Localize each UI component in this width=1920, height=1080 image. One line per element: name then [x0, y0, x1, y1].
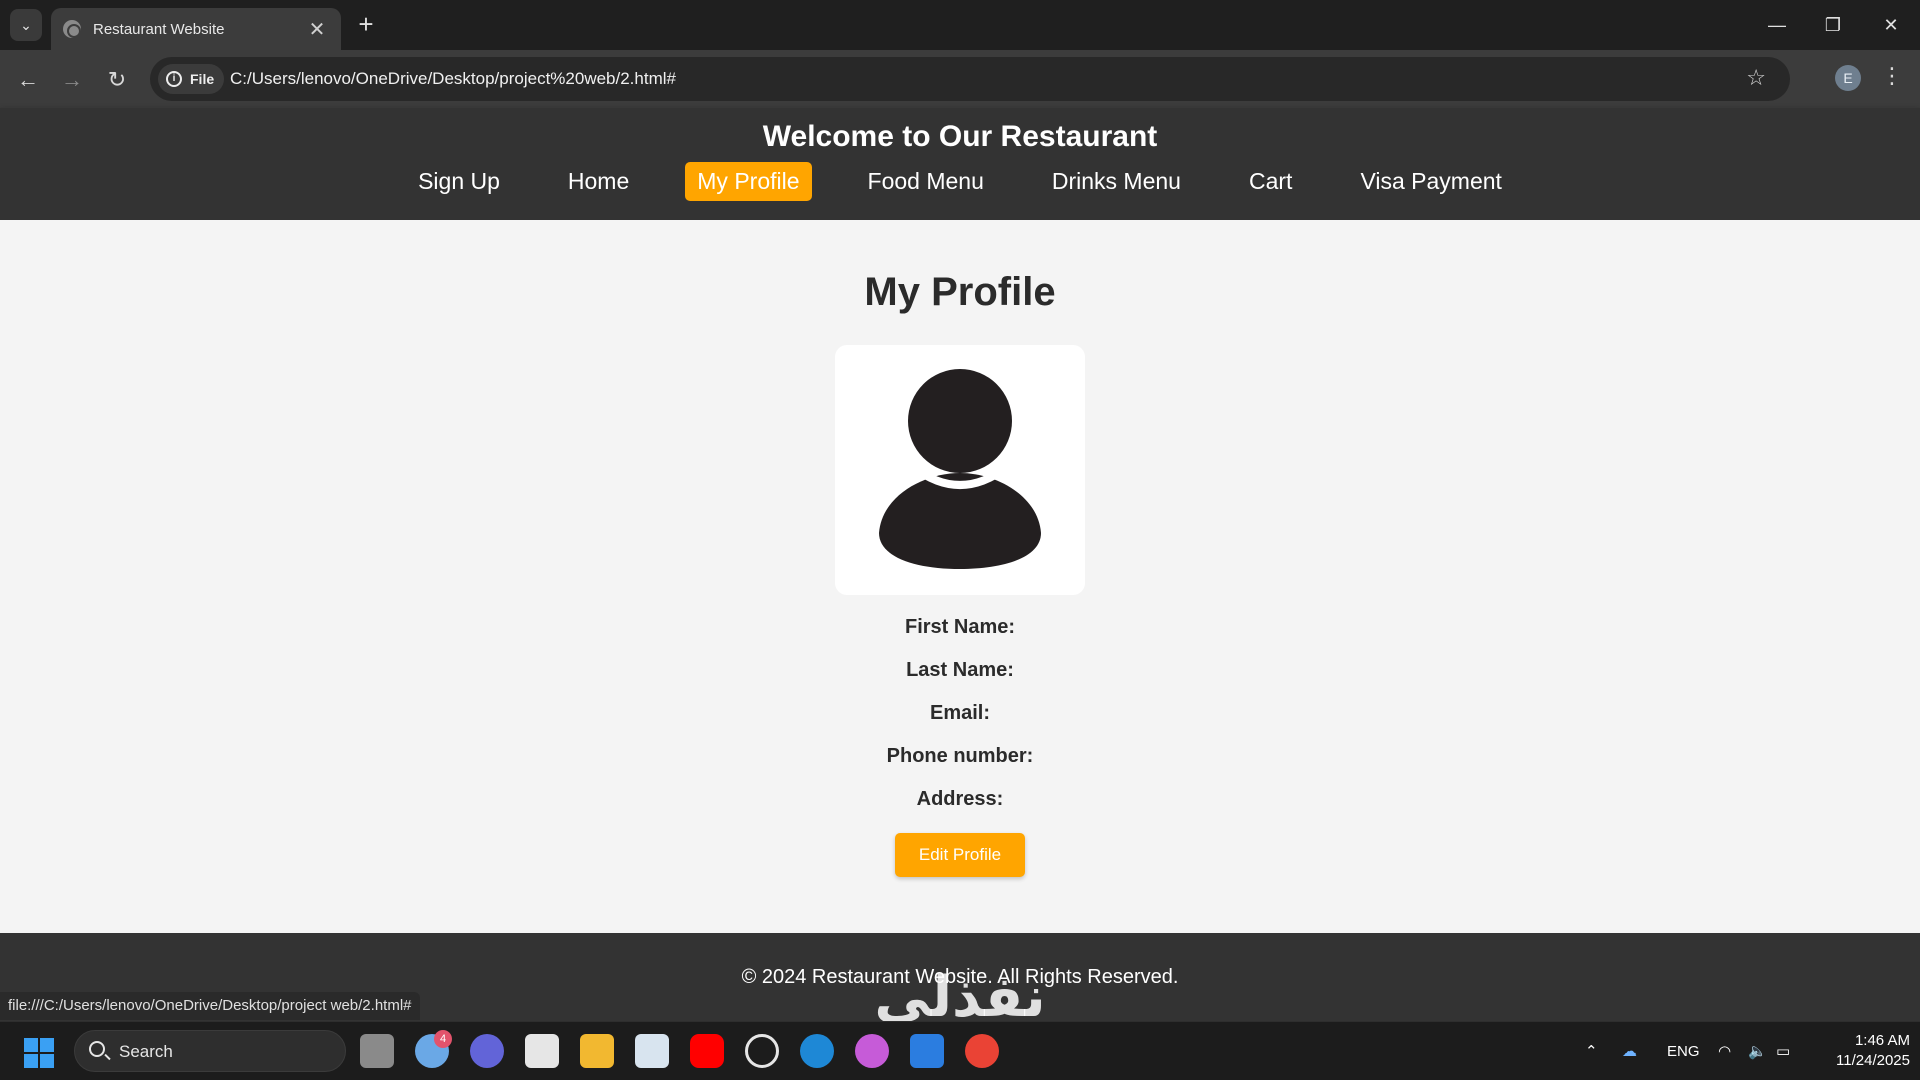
minimize-icon[interactable]: —: [1754, 10, 1800, 40]
back-arrow-icon[interactable]: ←: [12, 64, 44, 96]
chevron-up-icon[interactable]: ⌃: [1585, 1022, 1598, 1080]
vscode-icon[interactable]: [910, 1034, 944, 1068]
chrome-icon[interactable]: [965, 1034, 999, 1068]
site-info-chip[interactable]: i File: [158, 64, 225, 94]
url-text[interactable]: C:/Users/lenovo/OneDrive/Desktop/project…: [230, 69, 676, 89]
language-indicator[interactable]: ENG: [1667, 1022, 1700, 1080]
nav-cart[interactable]: Cart: [1237, 162, 1304, 201]
battery-icon[interactable]: ▭: [1776, 1022, 1790, 1080]
clock-time: 1:46 AM: [1854, 1032, 1910, 1049]
weather-badge: 4: [434, 1030, 452, 1048]
taskbar: Search 4 ⌃ ☁ ENG ◠ 🔈 ▭ 1:46 AM 11/24/202…: [0, 1021, 1920, 1080]
onedrive-icon[interactable]: ☁: [1622, 1022, 1637, 1080]
user-avatar-icon: [879, 369, 1041, 569]
browser-tab[interactable]: Restaurant Website ✕: [51, 8, 341, 50]
address-label: Address:: [916, 788, 1004, 810]
avatar-card: [835, 345, 1085, 595]
system-clock[interactable]: 1:46 AM 11/24/2025: [1810, 1031, 1910, 1071]
store-icon[interactable]: [525, 1034, 559, 1068]
edit-profile-button[interactable]: Edit Profile: [895, 833, 1025, 877]
taskbar-search[interactable]: Search: [74, 1030, 346, 1072]
browser-tab-bar: ⌄ Restaurant Website ✕ + — ❐ ✕: [0, 0, 1920, 50]
email-label: Email:: [929, 702, 991, 724]
address-bar-row: ← → ↻ i File C:/Users/lenovo/OneDrive/De…: [0, 50, 1920, 108]
site-header: Welcome to Our Restaurant Sign Up Home M…: [0, 108, 1920, 220]
footer-copyright: © 2024 Restaurant Website. All Rights Re…: [741, 966, 1179, 988]
reload-icon[interactable]: ↻: [101, 64, 133, 96]
chatgpt-icon[interactable]: [745, 1034, 779, 1068]
file-explorer-icon[interactable]: [580, 1034, 614, 1068]
nav-food-menu[interactable]: Food Menu: [856, 162, 996, 201]
task-view-icon[interactable]: [360, 1034, 394, 1068]
main-nav: Sign Up Home My Profile Food Menu Drinks…: [0, 162, 1920, 201]
more-menu-icon[interactable]: ⋮: [1880, 63, 1904, 93]
nav-sign-up[interactable]: Sign Up: [406, 162, 512, 201]
close-tab-icon[interactable]: ✕: [305, 17, 329, 42]
bookmark-star-icon[interactable]: ☆: [1746, 65, 1766, 91]
file-chip-label: File: [190, 71, 215, 87]
search-icon: [89, 1041, 105, 1057]
volume-icon[interactable]: 🔈: [1748, 1022, 1767, 1080]
taskbar-search-label: Search: [119, 1042, 173, 1061]
profile-avatar[interactable]: E: [1835, 65, 1861, 91]
youtube-icon[interactable]: [690, 1034, 724, 1068]
tab-search-button[interactable]: ⌄: [10, 9, 42, 41]
status-bar-url: file:///C:/Users/lenovo/OneDrive/Desktop…: [0, 992, 420, 1020]
profile-section: My Profile First Name: Last Name: Email:…: [0, 220, 1920, 933]
globe-icon: [63, 20, 81, 38]
phone-number-label: Phone number:: [886, 745, 1034, 767]
new-tab-button[interactable]: +: [352, 10, 380, 38]
forward-arrow-icon[interactable]: →: [56, 64, 88, 96]
nav-my-profile[interactable]: My Profile: [685, 162, 812, 201]
edge-icon[interactable]: [800, 1034, 834, 1068]
windows-start-icon[interactable]: [24, 1038, 54, 1068]
site-title: Welcome to Our Restaurant: [762, 120, 1158, 153]
info-icon: i: [166, 71, 182, 87]
wifi-icon[interactable]: ◠: [1718, 1022, 1731, 1080]
close-window-icon[interactable]: ✕: [1868, 10, 1914, 40]
omnibox[interactable]: i File C:/Users/lenovo/OneDrive/Desktop/…: [150, 57, 1790, 101]
tab-title: Restaurant Website: [93, 20, 225, 38]
nav-home[interactable]: Home: [556, 162, 641, 201]
restore-icon[interactable]: ❐: [1810, 10, 1856, 40]
solitaire-icon[interactable]: [635, 1034, 669, 1068]
first-name-label: First Name:: [904, 616, 1016, 638]
page-title: My Profile: [864, 270, 1056, 314]
nav-visa-payment[interactable]: Visa Payment: [1348, 162, 1513, 201]
slack-icon[interactable]: [855, 1034, 889, 1068]
teams-icon[interactable]: [470, 1034, 504, 1068]
last-name-label: Last Name:: [906, 659, 1014, 681]
nav-drinks-menu[interactable]: Drinks Menu: [1040, 162, 1193, 201]
clock-date: 11/24/2025: [1836, 1052, 1910, 1069]
